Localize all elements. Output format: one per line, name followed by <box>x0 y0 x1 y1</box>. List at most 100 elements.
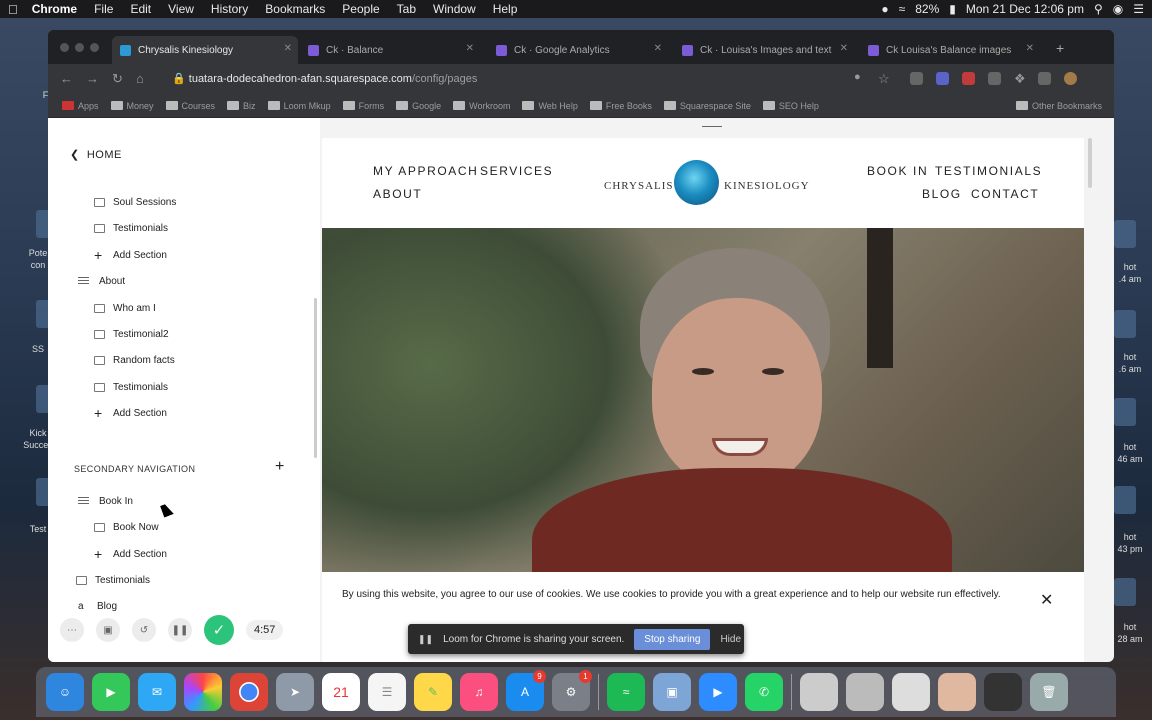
close-tab-icon[interactable]: ✕ <box>284 43 292 54</box>
loom-pause-icon[interactable]: ❚❚ <box>168 618 192 642</box>
spotify-icon[interactable]: ≈ <box>607 673 645 711</box>
bookmark-folder[interactable]: Loom Mkup <box>267 101 331 111</box>
bookmark-folder[interactable]: Workroom <box>453 101 510 111</box>
reload-icon[interactable]: ↻ <box>112 71 123 87</box>
close-window-button[interactable] <box>60 43 69 52</box>
add-page-plus-icon[interactable]: + <box>275 458 284 476</box>
desktop-label[interactable]: .4 am <box>1110 274 1150 284</box>
site-logo-text-right[interactable]: KINESIOLOGY <box>724 180 810 192</box>
butterfly-logo-icon[interactable] <box>674 160 719 205</box>
extensions-puzzle-icon[interactable]: ❖ <box>1014 71 1026 87</box>
site-nav-services[interactable]: SERVICES <box>480 164 553 178</box>
app-store-icon[interactable]: A9 <box>506 670 546 711</box>
site-logo-text-left[interactable]: CHRYSALIS <box>604 180 674 192</box>
bookmark-folder[interactable]: Biz <box>227 101 256 111</box>
bookmark-folder[interactable]: Courses <box>165 101 215 111</box>
bookmark-folder[interactable]: Forms <box>342 101 384 111</box>
extension-icon[interactable] <box>936 72 949 85</box>
tab-balance[interactable]: Ck · Balance ✕ <box>300 36 480 64</box>
page-item-testimonial2[interactable]: Testimonial2 <box>48 324 320 344</box>
menu-people[interactable]: People <box>342 2 379 16</box>
recent-document-icon[interactable] <box>892 673 930 711</box>
address-bar[interactable]: 🔒 tuatara-dodecahedron-afan.squarespace.… <box>158 68 848 90</box>
desktop-label[interactable]: hot <box>1110 352 1150 362</box>
extension-icon[interactable] <box>962 72 975 85</box>
desktop-screenshot-icon[interactable] <box>1114 398 1136 426</box>
battery-icon[interactable]: ▮ <box>949 2 956 16</box>
recent-document-icon[interactable] <box>800 673 838 711</box>
media-icon[interactable] <box>1038 72 1051 85</box>
desktop-label[interactable]: hot <box>1110 442 1150 452</box>
siri-icon[interactable]: ◉ <box>1113 2 1123 16</box>
folder-item-book-in[interactable]: Book In <box>48 491 320 511</box>
search-icon[interactable]: ⚲ <box>1094 2 1103 16</box>
system-preferences-icon[interactable]: ⚙ 1 <box>552 670 592 711</box>
add-section-button[interactable]: + Add Section <box>48 245 320 265</box>
home-icon[interactable]: ⌂ <box>136 71 144 86</box>
new-tab-button[interactable]: + <box>1056 40 1064 56</box>
forward-icon[interactable]: → <box>86 71 99 86</box>
apple-icon[interactable]:  <box>8 2 18 17</box>
extension-icon[interactable] <box>988 72 1001 85</box>
site-nav-testimonials[interactable]: TESTIMONIALS <box>935 164 1042 178</box>
photos-icon[interactable] <box>184 673 222 711</box>
desktop-screenshot-icon[interactable] <box>1114 310 1136 338</box>
trash-icon[interactable]: 🗑 <box>1030 673 1068 711</box>
menu-window[interactable]: Window <box>433 2 476 16</box>
bookmark-folder[interactable]: Money <box>110 101 154 111</box>
menu-help[interactable]: Help <box>493 2 518 16</box>
menu-app-name[interactable]: Chrome <box>32 2 77 16</box>
menu-edit[interactable]: Edit <box>130 2 151 16</box>
page-item-testimonials[interactable]: Testimonials <box>48 218 320 238</box>
desktop-label[interactable]: .6 am <box>1110 364 1150 374</box>
page-item-soul-sessions[interactable]: Soul Sessions <box>48 192 320 212</box>
site-nav-blog[interactable]: BLOG <box>922 187 962 201</box>
microphone-icon[interactable]: ● <box>854 71 861 83</box>
finder-icon[interactable]: ☺ <box>46 673 84 711</box>
bookmark-apps[interactable]: Apps <box>62 101 99 111</box>
home-back-link[interactable]: ❮ HOME <box>70 148 122 161</box>
notes-icon[interactable]: ✎ <box>414 673 452 711</box>
site-nav-contact[interactable]: CONTACT <box>971 187 1039 201</box>
add-section-button[interactable]: + Add Section <box>48 403 320 423</box>
bookmark-folder[interactable]: SEO Help <box>762 101 819 111</box>
loom-camera-icon[interactable]: ▣ <box>96 618 120 642</box>
desktop-label[interactable]: hot <box>1110 622 1150 632</box>
desktop-label[interactable]: 43 pm <box>1110 544 1150 554</box>
loom-restart-icon[interactable]: ↺ <box>132 618 156 642</box>
bookmark-folder[interactable]: Web Help <box>522 101 578 111</box>
menu-view[interactable]: View <box>168 2 194 16</box>
page-item-blog[interactable]: a Blog <box>48 596 320 616</box>
zoom-icon[interactable]: ▶ <box>699 673 737 711</box>
whatsapp-icon[interactable]: ✆ <box>745 673 783 711</box>
bookmark-star-icon[interactable]: ☆ <box>878 71 890 87</box>
folder-item-about[interactable]: About <box>48 271 320 291</box>
page-item-testimonials[interactable]: Testimonials <box>48 570 320 590</box>
page-item-book-now[interactable]: Book Now <box>48 517 320 537</box>
messages-icon[interactable]: ✉ <box>138 673 176 711</box>
profile-avatar[interactable] <box>1064 72 1077 85</box>
launchpad-icon[interactable]: ➤ <box>276 673 314 711</box>
menu-history[interactable]: History <box>211 2 248 16</box>
desktop-label[interactable]: 28 am <box>1110 634 1150 644</box>
hide-button[interactable]: Hide <box>720 634 741 645</box>
desktop-screenshot-icon[interactable] <box>1114 486 1136 514</box>
extension-icon[interactable] <box>910 72 923 85</box>
site-nav-my-approach[interactable]: MY APPROACH <box>373 164 478 178</box>
clock[interactable]: Mon 21 Dec 12:06 pm <box>966 2 1084 16</box>
site-nav-book-in[interactable]: BOOK IN <box>867 164 928 178</box>
battery-percent[interactable]: 82% <box>915 2 939 16</box>
microphone-icon[interactable]: ● <box>881 2 888 16</box>
chrome-icon[interactable] <box>230 673 268 711</box>
add-section-button[interactable]: + Add Section <box>48 544 320 564</box>
panel-scrollbar[interactable] <box>314 298 317 458</box>
recent-document-icon[interactable] <box>984 673 1022 711</box>
loom-more-icon[interactable]: ⋯ <box>60 618 84 642</box>
desktop-label[interactable]: hot <box>1110 532 1150 542</box>
site-nav-about[interactable]: ABOUT <box>373 187 422 201</box>
tab-images-and-text[interactable]: Ck · Louisa's Images and text ✕ <box>674 36 854 64</box>
recent-document-icon[interactable] <box>938 673 976 711</box>
desktop-screenshot-icon[interactable] <box>1114 220 1136 248</box>
close-icon[interactable]: ✕ <box>1040 590 1053 610</box>
stop-sharing-button[interactable]: Stop sharing <box>634 628 711 650</box>
